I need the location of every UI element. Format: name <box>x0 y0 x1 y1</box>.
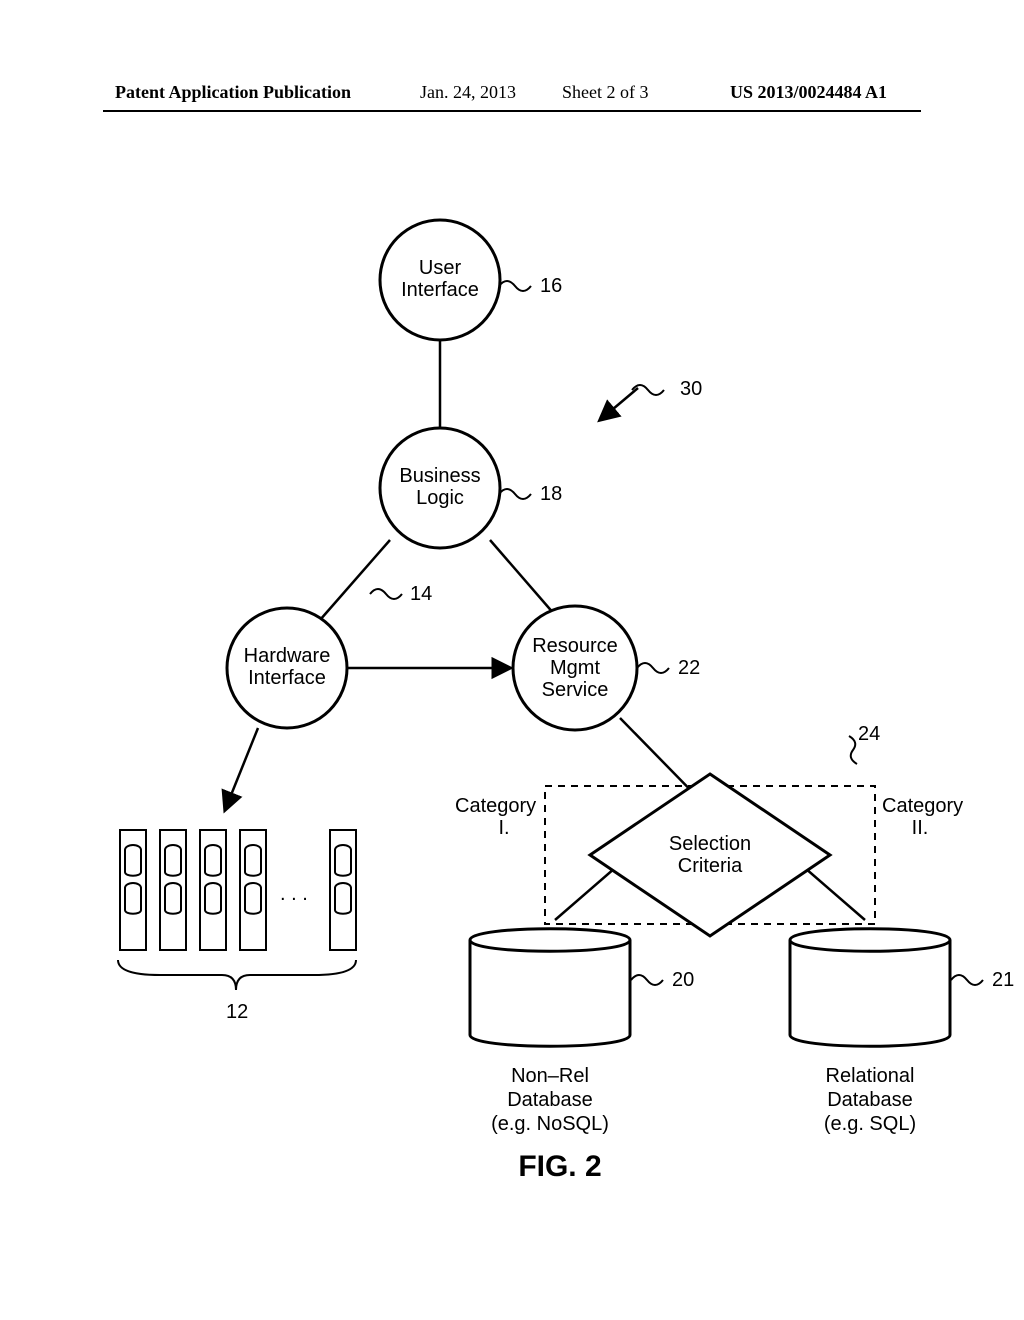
figure-caption: FIG. 2 <box>518 1150 601 1183</box>
hw-line1: Hardware <box>244 645 331 667</box>
ref-24: 24 <box>858 723 880 745</box>
node-db-relational: 21 Relational Database (e.g. SQL) <box>790 929 1014 1135</box>
tilde-16 <box>499 281 531 291</box>
tilde-21 <box>951 975 983 985</box>
tilde-18 <box>499 489 531 499</box>
tilde-22 <box>637 663 669 673</box>
tilde-20 <box>631 975 663 985</box>
tilde-24 <box>849 736 857 764</box>
patent-page: Patent Application Publication Jan. 24, … <box>0 0 1024 1320</box>
blades-brace <box>118 960 356 990</box>
conn-hw-blades <box>225 728 258 810</box>
rms-line1: Resource <box>532 635 618 657</box>
cat1-label: Category <box>455 795 536 817</box>
blade-1 <box>120 830 146 950</box>
ref-14: 14 <box>410 583 432 605</box>
node-hardware-interface: Hardware Interface 14 <box>227 583 432 728</box>
bl-line1: Business <box>399 465 480 487</box>
blade-4 <box>240 830 266 950</box>
ref-22: 22 <box>678 657 700 679</box>
conn-bl-rms <box>490 540 555 615</box>
node-user-interface: User Interface 16 <box>380 220 562 340</box>
node-selection-criteria: Selection Criteria 24 Category I. Catego… <box>455 723 963 936</box>
hw-line2: Interface <box>248 667 326 689</box>
node-business-logic: Business Logic 18 <box>380 428 562 548</box>
ui-line2: Interface <box>401 279 479 301</box>
page-header: Patent Application Publication Jan. 24, … <box>0 82 1024 112</box>
cat1-sub: I. <box>498 817 509 839</box>
db21-l3: (e.g. SQL) <box>824 1113 916 1135</box>
figure-2-diagram: 30 User Interface 16 Business Logic 18 H <box>0 110 1024 1210</box>
blade-3 <box>200 830 226 950</box>
db20-l1: Non–Rel <box>511 1065 589 1087</box>
conn-bl-hw <box>320 540 390 620</box>
node-db-nonrel: 20 Non–Rel Database (e.g. NoSQL) <box>470 929 694 1135</box>
node-resource-mgmt-service: Resource Mgmt Service 22 <box>513 606 700 730</box>
db20-l3: (e.g. NoSQL) <box>491 1113 609 1135</box>
rms-line2: Mgmt <box>550 657 600 679</box>
blade-server-array: . . . 12 <box>118 830 356 1023</box>
cat2-label: Category <box>882 795 963 817</box>
db21-l2: Database <box>827 1089 913 1111</box>
tilde-14 <box>370 589 402 599</box>
ref-18: 18 <box>540 483 562 505</box>
leader-30 <box>600 388 638 420</box>
sel-line1: Selection <box>669 833 751 855</box>
db20-l2: Database <box>507 1089 593 1111</box>
publication-type: Patent Application Publication <box>115 82 351 103</box>
cat2-sub: II. <box>912 817 929 839</box>
ref-30: 30 <box>680 378 702 400</box>
ui-line1: User <box>419 257 462 279</box>
blade-2 <box>160 830 186 950</box>
ref-21: 21 <box>992 969 1014 991</box>
ref-12: 12 <box>226 1001 248 1023</box>
ref-16: 16 <box>540 275 562 297</box>
blade-n <box>330 830 356 950</box>
publication-date: Jan. 24, 2013 <box>420 82 516 103</box>
blades-ellipsis: . . . <box>280 883 308 905</box>
rms-line3: Service <box>542 679 609 701</box>
sel-line2: Criteria <box>678 855 743 877</box>
db21-l1: Relational <box>826 1065 915 1087</box>
sheet-number: Sheet 2 of 3 <box>562 82 648 103</box>
bl-line2: Logic <box>416 487 464 509</box>
ref-20: 20 <box>672 969 694 991</box>
publication-number: US 2013/0024484 A1 <box>730 82 887 103</box>
